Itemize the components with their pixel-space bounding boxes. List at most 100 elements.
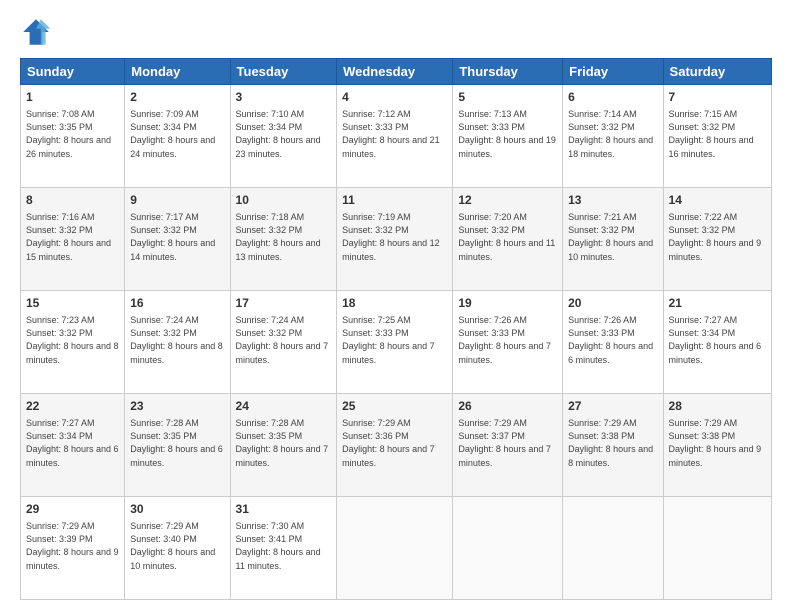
- calendar-cell: 11 Sunrise: 7:19 AMSunset: 3:32 PMDayligh…: [337, 188, 453, 291]
- day-number: 31: [236, 501, 332, 518]
- cell-info: Sunrise: 7:24 AMSunset: 3:32 PMDaylight:…: [130, 315, 223, 365]
- day-number: 2: [130, 89, 224, 106]
- day-number: 27: [568, 398, 657, 415]
- calendar-cell: 31 Sunrise: 7:30 AMSunset: 3:41 PMDayligh…: [230, 497, 337, 600]
- cell-info: Sunrise: 7:26 AMSunset: 3:33 PMDaylight:…: [458, 315, 551, 365]
- day-number: 11: [342, 192, 447, 209]
- cell-info: Sunrise: 7:29 AMSunset: 3:36 PMDaylight:…: [342, 418, 435, 468]
- cell-info: Sunrise: 7:23 AMSunset: 3:32 PMDaylight:…: [26, 315, 119, 365]
- calendar-cell: [563, 497, 663, 600]
- calendar-cell: 17Sunrise: 7:24 AMSunset: 3:32 PMDayligh…: [230, 291, 337, 394]
- cell-info: Sunrise: 7:22 AMSunset: 3:32 PMDaylight:…: [669, 212, 762, 262]
- calendar-cell: 20Sunrise: 7:26 AMSunset: 3:33 PMDayligh…: [563, 291, 663, 394]
- calendar-cell: 5 Sunrise: 7:13 AMSunset: 3:33 PMDaylight…: [453, 85, 563, 188]
- day-header-monday: Monday: [125, 59, 230, 85]
- calendar-cell: 28 Sunrise: 7:29 AMSunset: 3:38 PMDayligh…: [663, 394, 771, 497]
- calendar-table: SundayMondayTuesdayWednesdayThursdayFrid…: [20, 58, 772, 600]
- calendar-cell: 7Sunrise: 7:15 AMSunset: 3:32 PMDaylight…: [663, 85, 771, 188]
- logo-icon: [20, 16, 52, 48]
- calendar-cell: 27 Sunrise: 7:29 AMSunset: 3:38 PMDayligh…: [563, 394, 663, 497]
- calendar-cell: 12Sunrise: 7:20 AMSunset: 3:32 PMDayligh…: [453, 188, 563, 291]
- calendar-cell: 8Sunrise: 7:16 AMSunset: 3:32 PMDaylight…: [21, 188, 125, 291]
- cell-info: Sunrise: 7:08 AMSunset: 3:35 PMDaylight:…: [26, 109, 111, 159]
- cell-info: Sunrise: 7:30 AMSunset: 3:41 PMDaylight:…: [236, 521, 321, 571]
- cell-info: Sunrise: 7:13 AMSunset: 3:33 PMDaylight:…: [458, 109, 556, 159]
- day-number: 4: [342, 89, 447, 106]
- cell-info: Sunrise: 7:19 AMSunset: 3:32 PMDaylight:…: [342, 212, 440, 262]
- day-header-wednesday: Wednesday: [337, 59, 453, 85]
- cell-info: Sunrise: 7:10 AMSunset: 3:34 PMDaylight:…: [236, 109, 321, 159]
- calendar-cell: 19Sunrise: 7:26 AMSunset: 3:33 PMDayligh…: [453, 291, 563, 394]
- calendar-cell: 3 Sunrise: 7:10 AMSunset: 3:34 PMDaylight…: [230, 85, 337, 188]
- calendar-cell: [453, 497, 563, 600]
- calendar-cell: 24 Sunrise: 7:28 AMSunset: 3:35 PMDayligh…: [230, 394, 337, 497]
- day-number: 7: [669, 89, 766, 106]
- calendar-cell: 26Sunrise: 7:29 AMSunset: 3:37 PMDayligh…: [453, 394, 563, 497]
- day-header-row: SundayMondayTuesdayWednesdayThursdayFrid…: [21, 59, 772, 85]
- week-row-1: 1 Sunrise: 7:08 AMSunset: 3:35 PMDaylight…: [21, 85, 772, 188]
- day-number: 18: [342, 295, 447, 312]
- cell-info: Sunrise: 7:21 AMSunset: 3:32 PMDaylight:…: [568, 212, 653, 262]
- day-header-tuesday: Tuesday: [230, 59, 337, 85]
- calendar-cell: 30 Sunrise: 7:29 AMSunset: 3:40 PMDayligh…: [125, 497, 230, 600]
- calendar-cell: 9 Sunrise: 7:17 AMSunset: 3:32 PMDaylight…: [125, 188, 230, 291]
- day-number: 5: [458, 89, 557, 106]
- calendar-cell: 15 Sunrise: 7:23 AMSunset: 3:32 PMDayligh…: [21, 291, 125, 394]
- day-number: 1: [26, 89, 119, 106]
- day-header-thursday: Thursday: [453, 59, 563, 85]
- logo: [20, 16, 56, 48]
- cell-info: Sunrise: 7:28 AMSunset: 3:35 PMDaylight:…: [130, 418, 223, 468]
- day-number: 13: [568, 192, 657, 209]
- cell-info: Sunrise: 7:29 AMSunset: 3:38 PMDaylight:…: [568, 418, 653, 468]
- day-number: 28: [669, 398, 766, 415]
- calendar-cell: 29 Sunrise: 7:29 AMSunset: 3:39 PMDayligh…: [21, 497, 125, 600]
- day-number: 30: [130, 501, 224, 518]
- day-number: 6: [568, 89, 657, 106]
- day-header-saturday: Saturday: [663, 59, 771, 85]
- cell-info: Sunrise: 7:29 AMSunset: 3:38 PMDaylight:…: [669, 418, 762, 468]
- week-row-4: 22 Sunrise: 7:27 AMSunset: 3:34 PMDayligh…: [21, 394, 772, 497]
- cell-info: Sunrise: 7:28 AMSunset: 3:35 PMDaylight:…: [236, 418, 329, 468]
- day-number: 29: [26, 501, 119, 518]
- calendar-cell: 25 Sunrise: 7:29 AMSunset: 3:36 PMDayligh…: [337, 394, 453, 497]
- day-number: 17: [236, 295, 332, 312]
- cell-info: Sunrise: 7:17 AMSunset: 3:32 PMDaylight:…: [130, 212, 215, 262]
- calendar-cell: 16 Sunrise: 7:24 AMSunset: 3:32 PMDayligh…: [125, 291, 230, 394]
- day-number: 15: [26, 295, 119, 312]
- day-number: 26: [458, 398, 557, 415]
- cell-info: Sunrise: 7:26 AMSunset: 3:33 PMDaylight:…: [568, 315, 653, 365]
- calendar-cell: 22 Sunrise: 7:27 AMSunset: 3:34 PMDayligh…: [21, 394, 125, 497]
- week-row-3: 15 Sunrise: 7:23 AMSunset: 3:32 PMDayligh…: [21, 291, 772, 394]
- cell-info: Sunrise: 7:29 AMSunset: 3:40 PMDaylight:…: [130, 521, 215, 571]
- day-number: 3: [236, 89, 332, 106]
- page: SundayMondayTuesdayWednesdayThursdayFrid…: [0, 0, 792, 612]
- day-header-friday: Friday: [563, 59, 663, 85]
- cell-info: Sunrise: 7:27 AMSunset: 3:34 PMDaylight:…: [26, 418, 119, 468]
- cell-info: Sunrise: 7:18 AMSunset: 3:32 PMDaylight:…: [236, 212, 321, 262]
- calendar-cell: [663, 497, 771, 600]
- day-number: 24: [236, 398, 332, 415]
- calendar-cell: 6 Sunrise: 7:14 AMSunset: 3:32 PMDaylight…: [563, 85, 663, 188]
- week-row-5: 29 Sunrise: 7:29 AMSunset: 3:39 PMDayligh…: [21, 497, 772, 600]
- cell-info: Sunrise: 7:14 AMSunset: 3:32 PMDaylight:…: [568, 109, 653, 159]
- calendar-cell: 14 Sunrise: 7:22 AMSunset: 3:32 PMDayligh…: [663, 188, 771, 291]
- day-number: 25: [342, 398, 447, 415]
- day-number: 14: [669, 192, 766, 209]
- calendar-cell: [337, 497, 453, 600]
- day-number: 22: [26, 398, 119, 415]
- day-number: 10: [236, 192, 332, 209]
- day-number: 16: [130, 295, 224, 312]
- header: [20, 16, 772, 48]
- cell-info: Sunrise: 7:25 AMSunset: 3:33 PMDaylight:…: [342, 315, 435, 365]
- calendar-cell: 13 Sunrise: 7:21 AMSunset: 3:32 PMDayligh…: [563, 188, 663, 291]
- cell-info: Sunrise: 7:12 AMSunset: 3:33 PMDaylight:…: [342, 109, 440, 159]
- cell-info: Sunrise: 7:27 AMSunset: 3:34 PMDaylight:…: [669, 315, 762, 365]
- day-number: 9: [130, 192, 224, 209]
- week-row-2: 8Sunrise: 7:16 AMSunset: 3:32 PMDaylight…: [21, 188, 772, 291]
- cell-info: Sunrise: 7:16 AMSunset: 3:32 PMDaylight:…: [26, 212, 111, 262]
- day-number: 21: [669, 295, 766, 312]
- calendar-cell: 21 Sunrise: 7:27 AMSunset: 3:34 PMDayligh…: [663, 291, 771, 394]
- calendar-cell: 1 Sunrise: 7:08 AMSunset: 3:35 PMDaylight…: [21, 85, 125, 188]
- calendar-cell: 18 Sunrise: 7:25 AMSunset: 3:33 PMDayligh…: [337, 291, 453, 394]
- cell-info: Sunrise: 7:29 AMSunset: 3:39 PMDaylight:…: [26, 521, 119, 571]
